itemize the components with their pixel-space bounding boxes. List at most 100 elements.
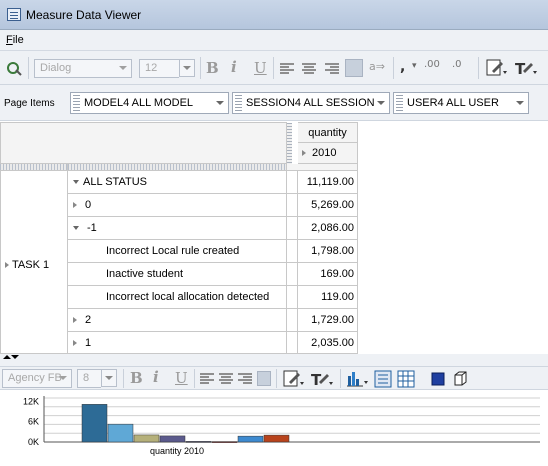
expand-icon[interactable] [73,340,77,347]
chart-bar[interactable] [159,435,186,443]
thousands-separator-icon[interactable]: , [400,59,405,75]
chevron-down-icon [377,101,385,105]
chart-properties-icon[interactable] [486,59,508,77]
table-row[interactable]: Incorrect Local rule created [68,240,287,263]
y-tick-label: 6K [28,417,39,427]
table-cell-value[interactable]: 1,798.00 [298,240,358,263]
table-cell-value[interactable]: 11,119.00 [298,171,358,194]
chart-bar[interactable] [81,404,108,443]
table-row[interactable]: 1 [68,332,287,354]
font-name-combo[interactable]: Dialog [34,59,132,78]
font-size-combo[interactable]: 12 [139,59,179,78]
text-direction-icon[interactable]: a⇒ [369,60,385,73]
menu-file[interactable]: File [6,34,24,46]
series-color-icon[interactable] [431,372,445,386]
model-page-item[interactable]: MODEL4 ALL MODEL [70,92,229,114]
font-name-value: Dialog [40,62,72,74]
show-grid-icon[interactable] [397,370,415,388]
chart-bar[interactable] [263,434,290,443]
font-size-value: 12 [145,62,158,74]
chart-font-name-combo[interactable]: Agency FB [2,369,72,388]
table-cell-value[interactable]: 2,086.00 [298,217,358,240]
chart-bar[interactable] [185,441,212,443]
row-drag-strip[interactable] [68,164,287,171]
chart-align-right-icon[interactable] [238,373,252,385]
decimal-dropdown-icon[interactable]: ▾ [412,61,417,71]
align-center-icon[interactable] [302,63,316,75]
session-page-item-value: SESSION4 ALL SESSION [246,97,375,109]
bar-chart[interactable]: 12K 6K 0K quantity 2010 [0,390,548,466]
increase-decimal-icon[interactable]: .00 [424,59,440,70]
chart-align-center-icon[interactable] [219,373,233,385]
row-spacer [287,309,298,332]
table-cell-value[interactable]: 119.00 [298,286,358,309]
chart-align-left-icon[interactable] [200,373,214,385]
session-page-item[interactable]: SESSION4 ALL SESSION [232,92,390,114]
chart-bold-button[interactable]: B [130,369,143,387]
chart-type-icon[interactable] [346,370,370,388]
table-row[interactable]: 2 [68,309,287,332]
align-right-icon[interactable] [325,63,339,75]
table-properties-icon[interactable]: T [310,370,334,388]
expand-icon[interactable] [5,262,9,269]
table-row[interactable]: Incorrect local allocation detected [68,286,287,309]
table-properties-icon[interactable]: T [514,59,538,77]
model-page-item-value: MODEL4 ALL MODEL [84,97,194,109]
split-pane-divider[interactable] [0,354,548,366]
format-toolbar: Dialog 12 B i U a⇒ , ▾ .00 .0 T [0,51,548,85]
x-axis-label: quantity 2010 [150,446,204,456]
decrease-decimal-icon[interactable]: .0 [452,59,462,70]
crosstab-grid: quantity 2010 TASK 1 ALL STATUS 11,119.0… [0,122,548,354]
year-label: 2010 [312,147,337,159]
expand-icon[interactable] [73,317,77,324]
table-cell-value[interactable]: 1,729.00 [298,309,358,332]
collapse-icon[interactable] [73,226,79,231]
drag-handle-icon[interactable] [73,95,80,111]
year-header[interactable]: 2010 [298,143,358,164]
column-drag-handle[interactable] [287,123,292,164]
table-row[interactable]: -1 [68,217,287,240]
chart-properties-icon[interactable] [283,370,305,388]
font-size-dropdown-button[interactable] [179,59,195,77]
chevron-down-icon [59,376,67,380]
row-drag-strip[interactable] [0,164,68,171]
corner-header [0,122,287,164]
chart-bar[interactable] [211,441,238,443]
task-row-header[interactable]: TASK 1 [0,171,68,354]
table-row[interactable]: Inactive student [68,263,287,286]
chart-wrap-text-icon[interactable] [257,371,271,386]
expand-icon[interactable] [302,150,306,157]
chart-font-size-value: 8 [83,372,90,384]
collapse-up-icon[interactable] [3,355,11,359]
chart-font-size-dropdown-button[interactable] [101,369,117,387]
table-cell-value[interactable]: 169.00 [298,263,358,286]
y-tick-label: 0K [28,437,39,447]
chevron-down-icon [516,101,524,105]
align-left-icon[interactable] [280,63,294,75]
table-row[interactable]: 0 [68,194,287,217]
chart-bar[interactable] [107,423,134,443]
drag-handle-icon[interactable] [396,95,403,111]
chart-bar[interactable] [237,435,264,443]
chart-font-size-combo[interactable]: 8 [77,369,101,388]
table-cell-value[interactable]: 5,269.00 [298,194,358,217]
italic-button[interactable]: i [231,58,237,76]
table-row[interactable]: ALL STATUS [68,171,287,194]
chart-underline-button[interactable]: U [175,369,188,387]
format-painter-icon[interactable] [6,60,22,76]
y-tick-label: 12K [23,396,39,406]
show-table-icon[interactable] [374,370,392,388]
user-page-item[interactable]: USER4 ALL USER [393,92,529,114]
collapse-icon[interactable] [73,180,79,185]
bold-button[interactable]: B [206,59,219,77]
chart-italic-button[interactable]: i [153,368,159,386]
drag-handle-icon[interactable] [235,95,242,111]
wrap-text-icon[interactable] [345,59,363,77]
3d-effect-icon[interactable] [452,371,468,387]
underline-button[interactable]: U [254,59,267,77]
collapse-down-icon[interactable] [11,355,19,359]
page-items-label: Page Items [4,98,55,109]
table-cell-value[interactable]: 2,035.00 [298,332,358,354]
expand-icon[interactable] [73,202,77,209]
chart-bar[interactable] [133,434,160,443]
